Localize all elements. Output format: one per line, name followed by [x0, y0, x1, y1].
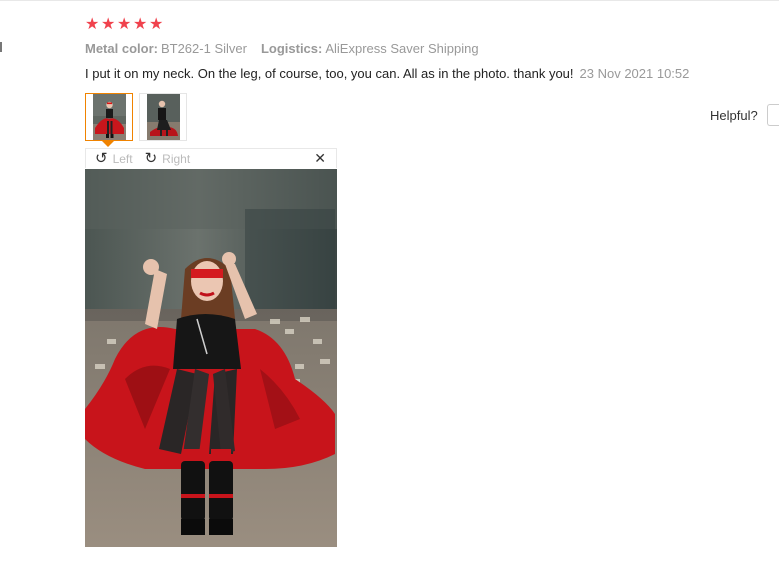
thumbnail-image [93, 94, 126, 140]
left-edge-mark [0, 42, 2, 52]
photo-thumbnails [85, 93, 187, 141]
star-icon: ★ [149, 16, 164, 33]
logistics-key: Logistics: [260, 41, 323, 56]
metal-color-value: BT262-1 Silver [160, 41, 247, 56]
photo-viewer-toolbar: ↺ Left ↻ Right ✕ [85, 148, 337, 168]
photo-thumbnail-2[interactable] [139, 93, 187, 141]
active-thumbnail-caret [102, 141, 114, 147]
star-icon: ★ [117, 16, 132, 33]
review-text-line: I put it on my neck. On the leg, of cour… [85, 66, 689, 82]
review-date: 23 Nov 2021 10:52 [579, 66, 690, 81]
helpful-control: Helpful? [710, 104, 779, 126]
rotate-left-label: Left [112, 151, 133, 166]
review-meta: Metal color: BT262-1 Silver Logistics: AliE… [85, 41, 479, 57]
rotate-left-icon: ↺ [95, 149, 108, 167]
thumbnail-image [147, 94, 180, 140]
helpful-yes-button[interactable] [766, 104, 779, 126]
rotate-left-button[interactable]: ↺ Left [95, 149, 133, 167]
star-icon: ★ [133, 16, 148, 33]
metal-color-key: Metal color: [85, 41, 158, 56]
star-icon: ★ [101, 16, 116, 33]
enlarged-review-photo [85, 169, 337, 547]
star-icon: ★ [85, 16, 100, 33]
review-text: I put it on my neck. On the leg, of cour… [85, 66, 574, 81]
rotate-right-label: Right [162, 151, 191, 166]
star-rating: ★ ★ ★ ★ ★ [85, 16, 163, 34]
rotate-right-icon: ↻ [144, 149, 158, 167]
top-divider [0, 0, 779, 1]
helpful-label: Helpful? [710, 107, 758, 123]
rotate-right-button[interactable]: ↻ Right [144, 149, 191, 167]
logistics-value: AliExpress Saver Shipping [325, 41, 479, 56]
photo-thumbnail-1[interactable] [85, 93, 133, 141]
close-icon[interactable]: ✕ [314, 150, 326, 167]
